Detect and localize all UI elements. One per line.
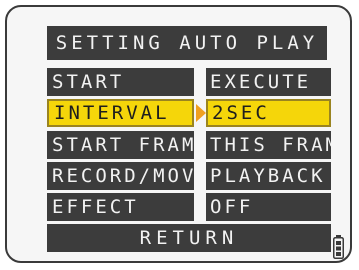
menu-value-record-movie[interactable]: PLAYBACK [206,162,331,190]
menu-item-interval[interactable]: INTERVAL [47,99,194,127]
menu-item-effect[interactable]: EFFECT [47,193,194,221]
menu-item-start[interactable]: START [47,68,194,96]
selection-arrow-icon [196,104,206,122]
battery-icon [333,235,344,259]
return-button[interactable]: RETURN [47,224,331,252]
menu-title: SETTING AUTO PLAY [47,26,327,60]
camera-menu-screen: SETTING AUTO PLAY START EXECUTE INTERVAL… [5,5,352,263]
menu-value-start-frame[interactable]: THIS FRAME [206,131,331,159]
menu-value-interval[interactable]: 2SEC [206,99,331,127]
menu-value-effect[interactable]: OFF [206,193,331,221]
menu-item-record-movie[interactable]: RECORD/MOVIE [47,162,194,190]
menu-item-start-frame[interactable]: START FRAME [47,131,194,159]
menu-value-start[interactable]: EXECUTE [206,68,331,96]
